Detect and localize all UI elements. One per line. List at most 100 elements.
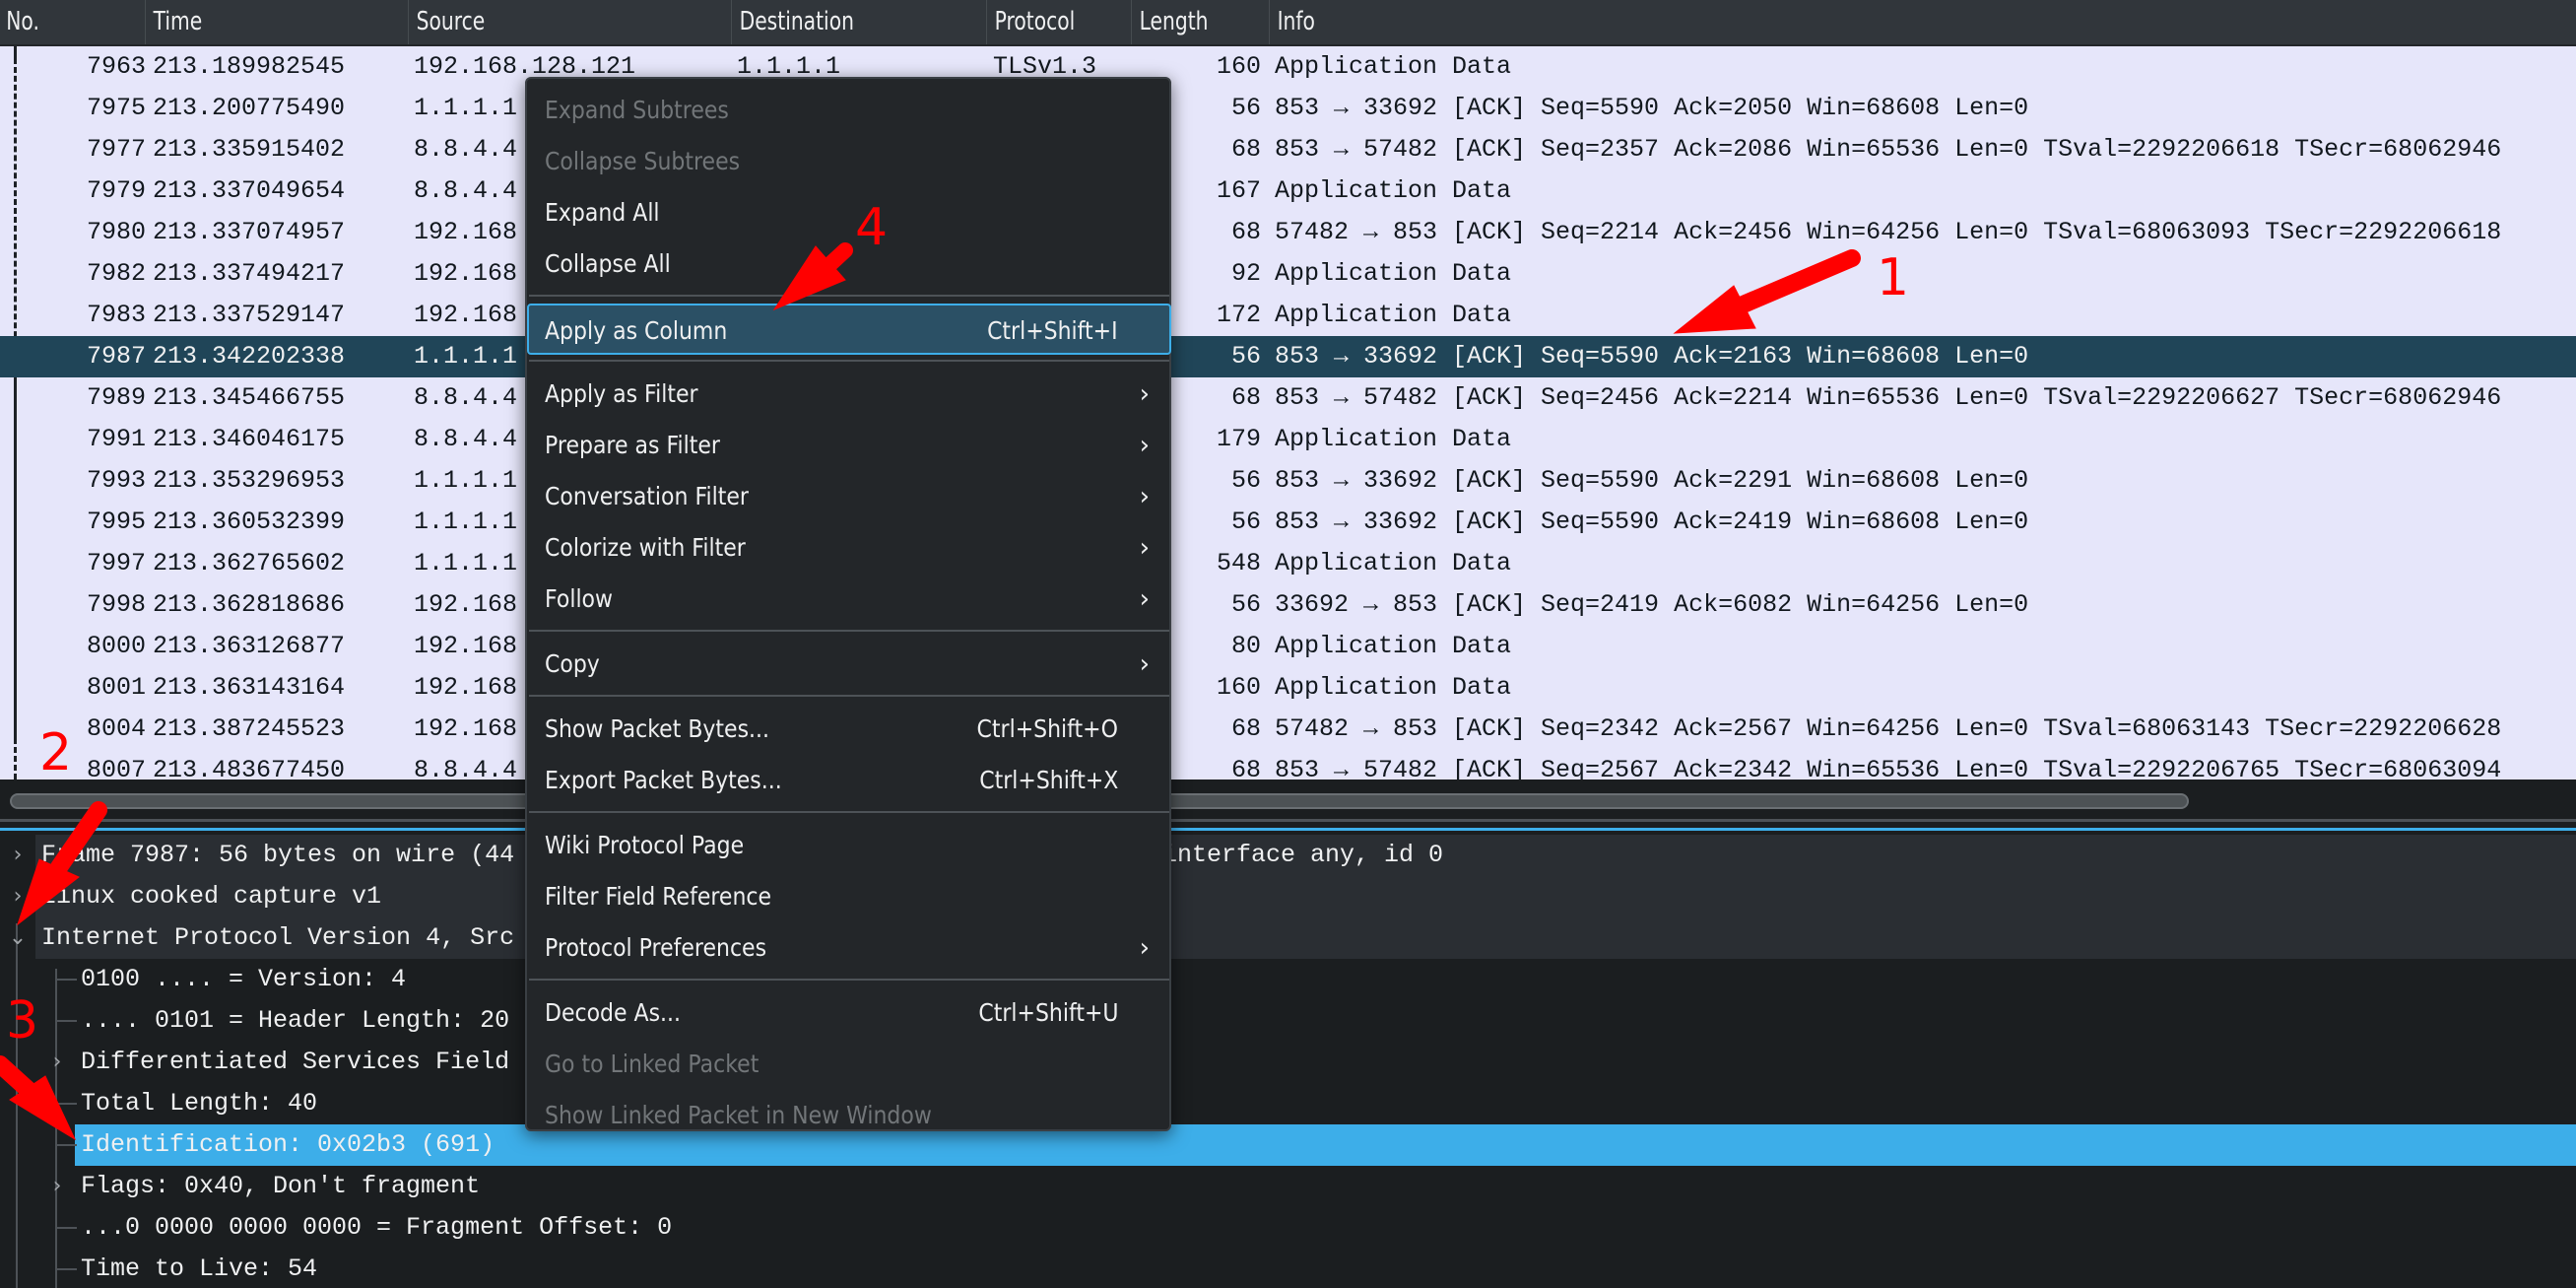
tree-item[interactable]: › Differentiated Services Field (0, 1042, 2576, 1083)
menu-separator (529, 695, 1169, 697)
menu-item-go-to-linked-packet: Go to Linked Packet (529, 1039, 1169, 1090)
packet-row[interactable]: 7980 213.337074957 192.168 68 57482 → 853 [A… (0, 212, 2576, 253)
packet-row[interactable]: 7993 213.353296953 1.1.1.1 56 853 → 33692 [A… (0, 460, 2576, 502)
tree-branch-line (55, 1144, 77, 1146)
packet-row[interactable]: 7997 213.362765602 1.1.1.1 548 Application D… (0, 543, 2576, 584)
cell-info: Application Data (1275, 301, 1512, 329)
packet-details-tree[interactable]: › Frame 7987: 56 bytes on wire (44 interfa… (0, 831, 2576, 1288)
menu-item-apply-as-column[interactable]: Apply as Column Ctrl+Shift+I (527, 304, 1171, 355)
column-header-protocol[interactable]: Protocol (986, 0, 1075, 44)
tree-item[interactable]: › Linux cooked capture v1 (0, 876, 2576, 917)
cell-no: 7982 (86, 259, 146, 288)
packet-row[interactable]: 7995 213.360532399 1.1.1.1 56 853 → 33692 [A… (0, 502, 2576, 543)
menu-item-label: Export Packet Bytes... (545, 766, 782, 794)
menu-item-conversation-filter[interactable]: Conversation Filter › (529, 471, 1169, 522)
tree-item[interactable]: ...0 0000 0000 0000 = Fragment Offset: 0 (0, 1207, 2576, 1249)
tree-item-label: Linux cooked capture v1 (41, 882, 382, 911)
tree-branch-line (55, 1020, 77, 1022)
tree-item[interactable]: .... 0101 = Header Length: 20 (0, 1000, 2576, 1042)
packet-row[interactable]: 7963 213.189982545 192.168.128.121 1.1.1.1 T… (0, 46, 2576, 88)
menu-item-label: Wiki Protocol Page (545, 831, 745, 859)
cell-info: Application Data (1275, 632, 1512, 660)
menu-item-label: Expand All (545, 198, 660, 227)
tree-item[interactable]: › Flags: 0x40, Don't fragment (0, 1166, 2576, 1207)
chevron-right-icon[interactable]: › (47, 1042, 67, 1083)
column-header-no[interactable]: No. (0, 0, 39, 44)
tree-item-label: Internet Protocol Version 4, Src (41, 923, 515, 952)
cell-info: 853 → 33692 [ACK] Seq=5590 Ack=2163 Win=… (1275, 342, 2029, 371)
tree-item-label: Total Length: 40 (81, 1089, 318, 1118)
packet-row[interactable]: 8007 213.483677450 8.8.4.4 68 853 → 57482 [A… (0, 750, 2576, 780)
cell-no: 7979 (86, 176, 146, 205)
column-header-info[interactable]: Info (1269, 0, 1315, 44)
packet-row[interactable]: 8001 213.363143164 192.168 160 Application D… (0, 667, 2576, 709)
packet-row[interactable]: 7975 213.200775490 1.1.1.1 56 853 → 33692 [A… (0, 88, 2576, 129)
chevron-right-icon: › (1139, 533, 1150, 563)
packet-row[interactable]: 7977 213.335915402 8.8.4.4 68 853 → 57482 [A… (0, 129, 2576, 170)
packet-list[interactable]: 7963 213.189982545 192.168.128.121 1.1.1.1 T… (0, 46, 2576, 780)
tree-item[interactable]: Total Length: 40 (0, 1083, 2576, 1124)
menu-item-prepare-as-filter[interactable]: Prepare as Filter › (529, 420, 1169, 471)
packet-row[interactable]: 8004 213.387245523 192.168 68 57482 → 853 [A… (0, 709, 2576, 750)
menu-item-wiki-protocol-page[interactable]: Wiki Protocol Page (529, 820, 1169, 871)
annotation-label-2: 2 (39, 723, 73, 782)
packet-row[interactable]: 7991 213.346046175 8.8.4.4 179 Application D… (0, 419, 2576, 460)
tree-item[interactable]: Time to Live: 54 (0, 1249, 2576, 1288)
pane-splitter[interactable] (0, 819, 2576, 822)
menu-item-filter-field-reference[interactable]: Filter Field Reference (529, 871, 1169, 922)
menu-item-collapse-all[interactable]: Collapse All (529, 238, 1169, 290)
menu-item-show-packet-bytes[interactable]: Show Packet Bytes... Ctrl+Shift+O (529, 704, 1169, 755)
cell-info: 853 → 57482 [ACK] Seq=2357 Ack=2086 Win=… (1275, 135, 2502, 164)
cell-info: 853 → 33692 [ACK] Seq=5590 Ack=2419 Win=… (1275, 508, 2029, 536)
packet-row[interactable]: 7989 213.345466755 8.8.4.4 68 853 → 57482 [A… (0, 377, 2576, 419)
menu-item-label: Apply as Column (545, 316, 728, 345)
cell-no: 7989 (86, 383, 146, 412)
packet-row[interactable]: 7982 213.337494217 192.168 92 Application Da… (0, 253, 2576, 295)
menu-item-decode-as[interactable]: Decode As... Ctrl+Shift+U (529, 987, 1169, 1039)
cell-info: 853 → 33692 [ACK] Seq=5590 Ack=2050 Win=… (1275, 94, 2029, 122)
tree-item-label: ...0 0000 0000 0000 = Fragment Offset: 0 (81, 1213, 673, 1242)
cell-info: Application Data (1275, 549, 1512, 577)
column-header-destination[interactable]: Destination (731, 0, 854, 44)
packet-list-hscrollbar[interactable] (0, 780, 2576, 819)
cell-info: 853 → 57482 [ACK] Seq=2567 Ack=2342 Win=… (1275, 756, 2502, 780)
menu-item-expand-all[interactable]: Expand All (529, 187, 1169, 238)
packet-row[interactable]: 7983 213.337529147 192.168 172 Application D… (0, 295, 2576, 336)
cell-info: 853 → 57482 [ACK] Seq=2456 Ack=2214 Win=… (1275, 383, 2502, 412)
column-header-length[interactable]: Length (1131, 0, 1209, 44)
menu-item-export-packet-bytes[interactable]: Export Packet Bytes... Ctrl+Shift+X (529, 755, 1169, 806)
cell-info: 33692 → 853 [ACK] Seq=2419 Ack=6082 Win=… (1275, 590, 2029, 619)
menu-item-protocol-preferences[interactable]: Protocol Preferences › (529, 922, 1169, 974)
annotation-label-3: 3 (6, 991, 39, 1051)
packet-row[interactable]: 7979 213.337049654 8.8.4.4 167 Application D… (0, 170, 2576, 212)
chevron-down-icon[interactable]: ⌄ (8, 917, 28, 959)
tree-branch-line (55, 1268, 77, 1270)
packet-row[interactable]: 8000 213.363126877 192.168 80 Application Da… (0, 626, 2576, 667)
cell-no: 7980 (86, 218, 146, 246)
chevron-right-icon[interactable]: › (8, 876, 28, 917)
menu-item-follow[interactable]: Follow › (529, 574, 1169, 625)
chevron-right-icon: › (1139, 482, 1150, 511)
cell-time: 213.346046175 (153, 425, 346, 453)
column-header-time[interactable]: Time (145, 0, 202, 44)
packet-list-header: No. Time Source Destination Protocol Len… (0, 0, 2576, 46)
menu-item-collapse-subtrees: Collapse Subtrees (529, 136, 1169, 187)
cell-no: 7963 (86, 52, 146, 81)
cell-info: Application Data (1275, 673, 1512, 702)
menu-item-colorize-with-filter[interactable]: Colorize with Filter › (529, 522, 1169, 574)
tree-item-label: Differentiated Services Field (81, 1048, 510, 1076)
tree-branch-line (55, 1103, 77, 1105)
packet-row[interactable]: 7987 213.342202338 1.1.1.1 56 853 → 33692 [A… (0, 336, 2576, 377)
chevron-right-icon[interactable]: › (8, 835, 28, 876)
packet-row[interactable]: 7998 213.362818686 192.168 56 33692 → 853 [A… (0, 584, 2576, 626)
column-header-source[interactable]: Source (408, 0, 485, 44)
tree-item[interactable]: › Frame 7987: 56 bytes on wire (44 interfa… (0, 835, 2576, 876)
tree-item-label: 0100 .... = Version: 4 (81, 965, 407, 993)
tree-item[interactable]: 0100 .... = Version: 4 (0, 959, 2576, 1000)
tree-item[interactable]: ⌄ Internet Protocol Version 4, Src (0, 917, 2576, 959)
menu-item-apply-as-filter[interactable]: Apply as Filter › (529, 369, 1169, 420)
tree-item[interactable]: Identification: 0x02b3 (691) (0, 1124, 2576, 1166)
menu-item-copy[interactable]: Copy › (529, 639, 1169, 690)
cell-time: 213.360532399 (153, 508, 346, 536)
chevron-right-icon[interactable]: › (47, 1166, 67, 1207)
